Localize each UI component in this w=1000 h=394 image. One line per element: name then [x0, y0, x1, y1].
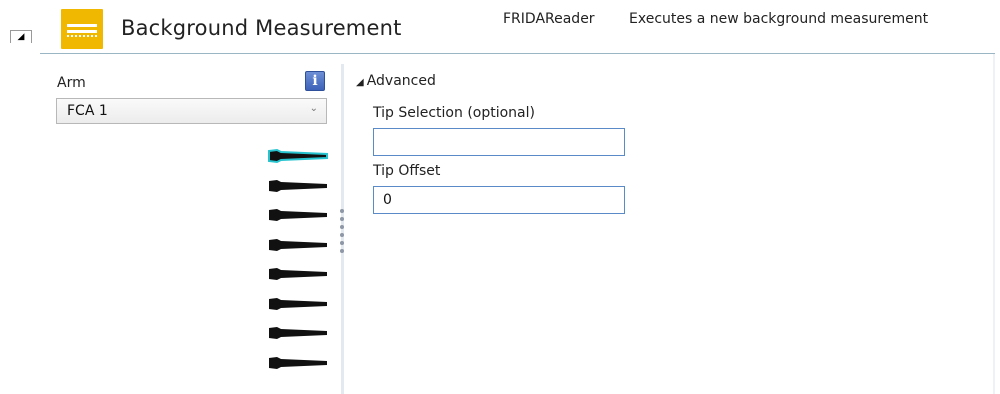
tip-6[interactable]	[265, 296, 329, 312]
splitter-grip-dot[interactable]	[340, 233, 344, 237]
tip-selector[interactable]	[262, 146, 332, 378]
header-divider	[40, 53, 995, 54]
collapse-arrow-icon: ◢	[17, 31, 25, 42]
tip-2[interactable]	[265, 178, 329, 194]
tip-selection-input[interactable]	[373, 128, 625, 156]
tip-8[interactable]	[265, 355, 329, 371]
splitter-grip-dot[interactable]	[340, 241, 344, 245]
tip-5[interactable]	[265, 266, 329, 282]
splitter-grip-dot[interactable]	[340, 249, 344, 253]
plugin-name: FRIDAReader	[503, 11, 595, 27]
info-icon[interactable]: i	[305, 71, 325, 91]
tip-1[interactable]	[265, 148, 329, 164]
page-title: Background Measurement	[121, 16, 402, 40]
splitter-grip-dot[interactable]	[340, 217, 344, 221]
arm-label: Arm	[57, 75, 86, 91]
tip-selection-label: Tip Selection (optional)	[373, 105, 535, 121]
tip-3[interactable]	[265, 207, 329, 223]
scrollbar-track[interactable]	[993, 54, 995, 394]
arm-select-value: FCA 1	[67, 103, 108, 119]
tip-offset-input[interactable]: 0	[373, 186, 625, 214]
panel-splitter[interactable]	[341, 64, 344, 394]
tip-offset-label: Tip Offset	[373, 163, 441, 179]
expand-arrow-icon: ◢	[356, 77, 364, 88]
arm-select[interactable]: FCA 1 ⌄	[56, 98, 327, 124]
splitter-grip-dot[interactable]	[340, 225, 344, 229]
tip-4[interactable]	[265, 237, 329, 253]
panel-collapse-toggle[interactable]: ◢	[10, 30, 32, 43]
command-description: Executes a new background measurement	[629, 11, 929, 27]
advanced-label: Advanced	[366, 73, 436, 89]
background-measurement-app-icon	[61, 9, 103, 49]
splitter-grip-dot[interactable]	[340, 209, 344, 213]
tip-7[interactable]	[265, 325, 329, 341]
advanced-section-toggle[interactable]: ◢ Advanced	[356, 73, 436, 89]
chevron-down-icon: ⌄	[309, 103, 318, 114]
